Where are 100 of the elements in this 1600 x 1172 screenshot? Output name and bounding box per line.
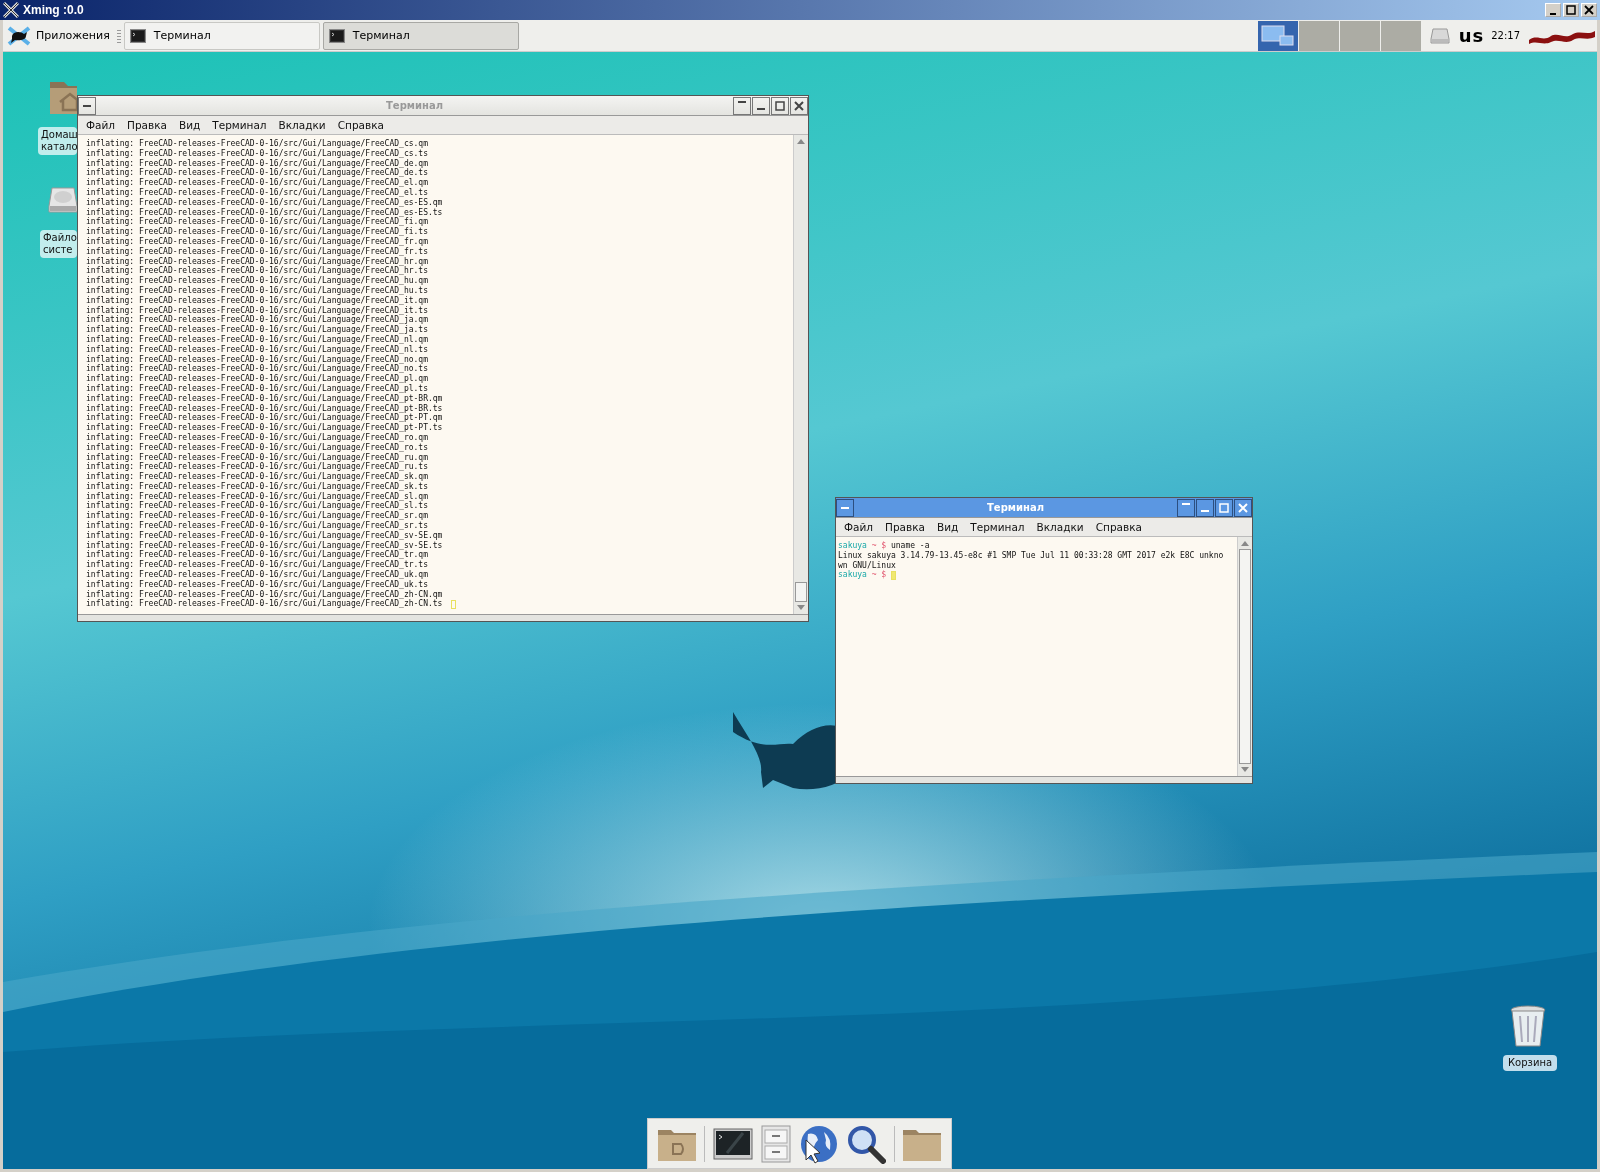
workspace-button[interactable] (1257, 20, 1298, 51)
menu-item[interactable]: Файл (839, 521, 878, 533)
output-line: inflating: FreeCAD-releases-FreeCAD-0-16/src/Gui/Language/FreeCAD_ja.qm (86, 315, 428, 326)
menu-item[interactable]: Правка (880, 521, 930, 533)
minimize-button[interactable] (1196, 498, 1214, 517)
maximize-button[interactable] (1215, 498, 1233, 517)
output-line: inflating: FreeCAD-releases-FreeCAD-0-16/src/Gui/Language/FreeCAD_de.qm (86, 158, 428, 169)
scrollbar[interactable] (793, 135, 808, 614)
output-line: inflating: FreeCAD-releases-FreeCAD-0-16/src/Gui/Language/FreeCAD_sv-SE.ts (86, 540, 443, 551)
output-line: inflating: FreeCAD-releases-FreeCAD-0-16/src/Gui/Language/FreeCAD_tr.ts (86, 560, 428, 571)
search-icon[interactable] (845, 1123, 886, 1164)
icon-label[interactable]: Домаш катало (38, 127, 77, 155)
output-line: inflating: FreeCAD-releases-FreeCAD-0-16/src/Gui/Language/FreeCAD_hr.qm (86, 256, 428, 267)
output-line: inflating: FreeCAD-releases-FreeCAD-0-16/src/Gui/Language/FreeCAD_de.ts (86, 168, 428, 179)
task-button[interactable]: Терминал (123, 21, 320, 50)
output-line: inflating: FreeCAD-releases-FreeCAD-0-16/src/Gui/Language/FreeCAD_pt-PT.qm (86, 413, 443, 424)
scrollbar[interactable] (1237, 537, 1252, 776)
menu-item[interactable]: Вкладки (273, 119, 331, 131)
prompt-symbol: $ (881, 570, 887, 581)
trash-icon[interactable] (1508, 1004, 1548, 1048)
output-line: wn GNU/Linux (838, 560, 896, 570)
output-line: inflating: FreeCAD-releases-FreeCAD-0-16/src/Gui/Language/FreeCAD_sk.ts (86, 481, 428, 492)
icon-label[interactable]: Корзина (1503, 1055, 1558, 1071)
scroll-up-icon[interactable] (796, 137, 806, 145)
window-menu-button[interactable] (78, 96, 96, 115)
output-line: inflating: FreeCAD-releases-FreeCAD-0-16/src/Gui/Language/FreeCAD_el.ts (86, 188, 428, 198)
output-line: inflating: FreeCAD-releases-FreeCAD-0-16/src/Gui/Language/FreeCAD_no.ts (86, 364, 428, 375)
menu-item[interactable]: Вид (174, 119, 206, 131)
output-line: inflating: FreeCAD-releases-FreeCAD-0-16/src/Gui/Language/FreeCAD_sk.qm (86, 472, 428, 482)
output-line: inflating: FreeCAD-releases-FreeCAD-0-16/src/Gui/Language/FreeCAD_pl.ts (86, 383, 428, 394)
window-title: Xming :0.0 (23, 3, 84, 17)
x-logo-icon (3, 2, 19, 18)
scroll-up-icon[interactable] (1240, 539, 1250, 547)
menu-item[interactable]: Вид (932, 521, 964, 533)
close-button[interactable] (1234, 498, 1252, 517)
menu-item[interactable]: Правка (122, 119, 172, 131)
maximize-icon (1566, 5, 1576, 15)
filing-cabinet-icon[interactable] (760, 1124, 791, 1163)
output-line: inflating: FreeCAD-releases-FreeCAD-0-16/src/Gui/Language/FreeCAD_uk.ts (86, 579, 428, 590)
minimize-icon (1201, 510, 1209, 512)
icon-label[interactable]: Файло систе (40, 230, 77, 258)
horizontal-scrollbar[interactable] (836, 776, 1252, 783)
menu-item[interactable]: Терминал (207, 119, 272, 131)
globe-icon[interactable] (798, 1123, 839, 1164)
output-line: inflating: FreeCAD-releases-FreeCAD-0-16/src/Gui/Language/FreeCAD_tr.qm (86, 550, 428, 561)
minimize-button[interactable] (752, 96, 770, 115)
window-title: Терминал (986, 502, 1045, 513)
output-line: inflating: FreeCAD-releases-FreeCAD-0-16/src/Gui/Language/FreeCAD_no.qm (86, 354, 428, 365)
output-line: inflating: FreeCAD-releases-FreeCAD-0-16/src/Gui/Language/FreeCAD_sv-SE.qm (86, 530, 443, 541)
maximize-icon (1219, 502, 1229, 513)
output-line: inflating: FreeCAD-releases-FreeCAD-0-16/src/Gui/Language/FreeCAD_ru.ts (86, 462, 428, 473)
output-line: inflating: FreeCAD-releases-FreeCAD-0-16/src/Gui/Language/FreeCAD_nl.ts (86, 344, 428, 355)
close-icon (1238, 502, 1248, 513)
output-line: inflating: FreeCAD-releases-FreeCAD-0-16/src/Gui/Language/FreeCAD_nl.qm (86, 334, 428, 345)
terminal-icon[interactable] (713, 1127, 754, 1160)
prompt-path: ~ (871, 541, 877, 551)
scroll-thumb[interactable] (1239, 549, 1251, 764)
prompt-user: sakuya (838, 570, 867, 581)
output-line: inflating: FreeCAD-releases-FreeCAD-0-16/src/Gui/Language/FreeCAD_hu.ts (86, 285, 428, 296)
output-line: inflating: FreeCAD-releases-FreeCAD-0-16/src/Gui/Language/FreeCAD_pt-PT.ts (86, 423, 443, 433)
shade-button[interactable] (1177, 498, 1195, 517)
handle-icon (116, 28, 121, 43)
output-line: inflating: FreeCAD-releases-FreeCAD-0-16/src/Gui/Language/FreeCAD_cs.qm (86, 139, 428, 149)
scroll-thumb[interactable] (795, 582, 807, 602)
menu-item[interactable]: Справка (332, 119, 389, 131)
output-line: inflating: FreeCAD-releases-FreeCAD-0-16/src/Gui/Language/FreeCAD_fi.qm (86, 217, 428, 228)
windows-icon (1258, 22, 1297, 49)
menu-item[interactable]: Справка (1090, 521, 1147, 533)
output-line: inflating: FreeCAD-releases-FreeCAD-0-16/src/Gui/Language/FreeCAD_sl.qm (86, 491, 428, 502)
close-icon (794, 100, 804, 111)
menu-item[interactable]: Файл (81, 119, 120, 131)
command: uname -a (890, 541, 930, 551)
close-button[interactable] (790, 96, 808, 115)
output-line: inflating: FreeCAD-releases-FreeCAD-0-16/src/Gui/Language/FreeCAD_hu.qm (86, 276, 428, 286)
clock[interactable]: 22:17 (1491, 30, 1520, 41)
output-line: inflating: FreeCAD-releases-FreeCAD-0-16/src/Gui/Language/FreeCAD_ro.qm (86, 432, 428, 443)
shade-button[interactable] (733, 96, 751, 115)
scroll-down-icon[interactable] (796, 604, 806, 612)
output-line: inflating: FreeCAD-releases-FreeCAD-0-16/src/Gui/Language/FreeCAD_hr.ts (86, 266, 428, 277)
output-line: inflating: FreeCAD-releases-FreeCAD-0-16/src/Gui/Language/FreeCAD_sr.ts (86, 521, 428, 531)
menu-item[interactable]: Терминал (965, 521, 1030, 533)
scroll-down-icon[interactable] (1240, 766, 1250, 774)
applications-menu[interactable]: Приложения (3, 21, 114, 50)
prompt-path: ~ (871, 570, 877, 581)
output-line: inflating: FreeCAD-releases-FreeCAD-0-16/src/Gui/Language/FreeCAD_it.qm (86, 295, 428, 306)
horizontal-scrollbar[interactable] (78, 614, 808, 621)
output-line: inflating: FreeCAD-releases-FreeCAD-0-16/src/Gui/Language/FreeCAD_pt-BR.ts (86, 403, 443, 414)
keyboard-layout[interactable]: us (1458, 25, 1485, 46)
window-menu-button[interactable] (836, 498, 854, 517)
output-line: inflating: FreeCAD-releases-FreeCAD-0-16/src/Gui/Language/FreeCAD_cs.ts (86, 148, 428, 159)
task-button[interactable]: Терминал (322, 21, 519, 50)
output-line: inflating: FreeCAD-releases-FreeCAD-0-16/src/Gui/Language/FreeCAD_uk.qm (86, 570, 428, 580)
mouse-logo-icon (7, 25, 31, 46)
close-icon (1584, 5, 1594, 15)
output-line: inflating: FreeCAD-releases-FreeCAD-0-16/src/Gui/Language/FreeCAD_sl.ts (86, 501, 428, 512)
menu-item[interactable]: Вкладки (1031, 521, 1089, 533)
drive-icon[interactable] (48, 186, 78, 214)
output-line: inflating: FreeCAD-releases-FreeCAD-0-16/src/Gui/Language/FreeCAD_es-ES.qm (86, 197, 443, 208)
output-line: inflating: FreeCAD-releases-FreeCAD-0-16/src/Gui/Language/FreeCAD_pt-BR.qm (86, 393, 443, 404)
output-line: inflating: FreeCAD-releases-FreeCAD-0-16/src/Gui/Language/FreeCAD_es-ES.ts (86, 207, 443, 218)
